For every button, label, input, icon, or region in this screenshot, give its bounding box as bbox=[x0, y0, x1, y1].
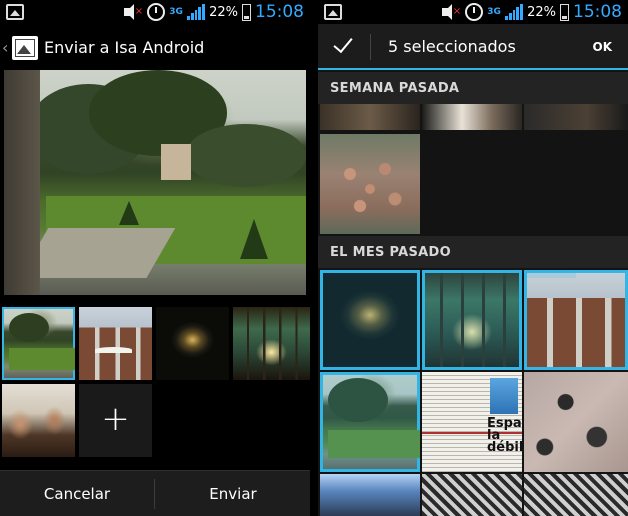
selected-photo-preview[interactable] bbox=[4, 70, 306, 295]
photo-tile[interactable] bbox=[422, 104, 522, 130]
tree bbox=[185, 124, 306, 187]
section-title: SEMANA PASADA bbox=[330, 81, 460, 96]
status-icons: × 3G 22% 15:08 bbox=[441, 0, 622, 24]
photo-tile[interactable] bbox=[524, 372, 628, 472]
clock: 15:08 bbox=[573, 2, 622, 22]
lawn bbox=[9, 347, 75, 370]
gazebo bbox=[161, 144, 192, 181]
section-header-last-week: SEMANA PASADA bbox=[318, 72, 628, 104]
volume-muted-icon: × bbox=[441, 4, 461, 20]
tree bbox=[9, 312, 50, 343]
action-bar: ‹ Enviar a Isa Android bbox=[0, 24, 310, 72]
send-button[interactable]: Enviar bbox=[156, 471, 310, 516]
tree bbox=[328, 378, 388, 422]
gallery-selection-screen: × 3G 22% 15:08 5 seleccionados OK SEMANA… bbox=[318, 0, 628, 516]
send-screen: × 3G 22% 15:08 ‹ Enviar a Isa Android + … bbox=[0, 0, 310, 516]
signal-icon bbox=[505, 4, 524, 20]
page-title: Enviar a Isa Android bbox=[44, 38, 205, 57]
ok-button[interactable]: OK bbox=[593, 40, 613, 54]
gallery-notification-icon bbox=[6, 4, 24, 20]
newspaper-headline: España la débil bbox=[487, 416, 522, 455]
plus-icon: + bbox=[101, 399, 130, 439]
gallery-app-icon[interactable] bbox=[12, 36, 38, 60]
battery-icon bbox=[560, 3, 569, 21]
thumbnail[interactable] bbox=[79, 307, 152, 380]
lawn bbox=[328, 430, 420, 458]
signal-icon bbox=[187, 4, 206, 20]
network-type: 3G bbox=[487, 6, 501, 17]
path bbox=[19, 227, 176, 277]
photo-tile[interactable] bbox=[524, 474, 628, 516]
thumbnail[interactable] bbox=[2, 384, 75, 457]
thumbnail[interactable] bbox=[156, 307, 229, 380]
photo-tile[interactable]: España la débil bbox=[422, 372, 522, 472]
gallery-notification-icon bbox=[324, 4, 342, 20]
topiary bbox=[118, 200, 139, 225]
section-title: EL MES PASADO bbox=[330, 245, 451, 260]
status-icons: × 3G 22% 15:08 bbox=[123, 0, 304, 24]
section-header-last-month: EL MES PASADO bbox=[318, 236, 628, 268]
status-bar: × 3G 22% 15:08 bbox=[0, 0, 310, 24]
alarm-icon bbox=[147, 3, 166, 21]
newspaper-photo bbox=[490, 378, 518, 414]
selection-count: 5 seleccionados bbox=[388, 37, 516, 56]
up-chevron-icon[interactable]: ‹ bbox=[2, 38, 8, 57]
battery-icon bbox=[242, 3, 251, 21]
topiary bbox=[239, 218, 268, 259]
photo-tile[interactable] bbox=[320, 104, 420, 130]
status-bar: × 3G 22% 15:08 bbox=[318, 0, 628, 24]
volume-muted-icon: × bbox=[123, 4, 143, 20]
check-icon[interactable] bbox=[332, 34, 356, 58]
photo-tile[interactable] bbox=[320, 134, 420, 234]
photo-tile-selected[interactable] bbox=[320, 372, 420, 472]
photo-tile[interactable] bbox=[320, 474, 420, 516]
network-type: 3G bbox=[169, 6, 183, 17]
photo-tile[interactable] bbox=[524, 104, 628, 130]
photo-tile[interactable] bbox=[422, 474, 522, 516]
photo-tile-selected[interactable] bbox=[320, 270, 420, 370]
battery-percent: 22% bbox=[527, 4, 556, 20]
cancel-button[interactable]: Cancelar bbox=[0, 471, 154, 516]
add-photo-button[interactable]: + bbox=[79, 384, 152, 457]
photo-tile-selected[interactable] bbox=[422, 270, 522, 370]
divider bbox=[370, 34, 371, 60]
divider bbox=[154, 479, 155, 509]
photo-tile-selected[interactable] bbox=[524, 270, 628, 370]
thumbnail-selected[interactable] bbox=[2, 307, 75, 380]
battery-percent: 22% bbox=[209, 4, 238, 20]
selection-action-bar: 5 seleccionados OK bbox=[318, 24, 628, 70]
bottom-bar: Cancelar Enviar bbox=[0, 470, 310, 516]
thumbnail[interactable] bbox=[233, 307, 310, 380]
alarm-icon bbox=[465, 3, 484, 21]
clock: 15:08 bbox=[255, 2, 304, 22]
stone-wall bbox=[4, 70, 41, 295]
